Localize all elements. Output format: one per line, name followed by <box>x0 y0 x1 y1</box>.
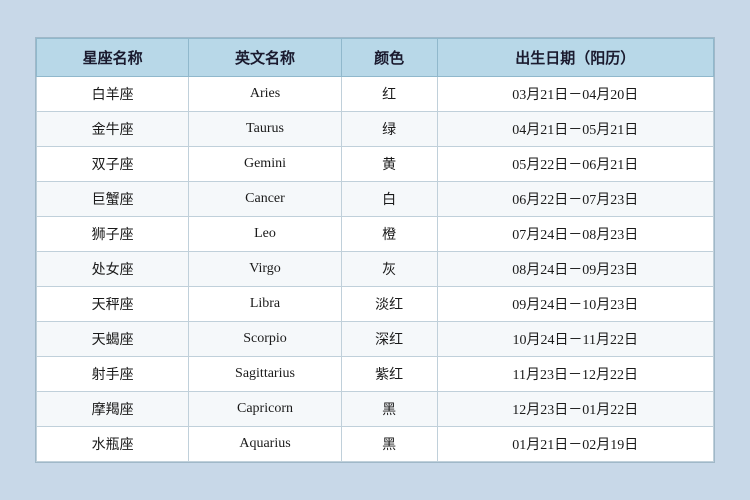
table-row: 天蝎座Scorpio深红10月24日－11月22日 <box>37 322 714 357</box>
cell-color: 橙 <box>341 217 437 252</box>
cell-birthday: 09月24日－10月23日 <box>437 287 713 322</box>
table-row: 金牛座Taurus绿04月21日－05月21日 <box>37 112 714 147</box>
cell-chinese_name: 巨蟹座 <box>37 182 189 217</box>
cell-color: 深红 <box>341 322 437 357</box>
cell-birthday: 04月21日－05月21日 <box>437 112 713 147</box>
table-row: 巨蟹座Cancer白06月22日－07月23日 <box>37 182 714 217</box>
cell-birthday: 08月24日－09月23日 <box>437 252 713 287</box>
cell-chinese_name: 双子座 <box>37 147 189 182</box>
cell-english_name: Aries <box>189 77 341 112</box>
cell-birthday: 10月24日－11月22日 <box>437 322 713 357</box>
cell-chinese_name: 天蝎座 <box>37 322 189 357</box>
cell-color: 红 <box>341 77 437 112</box>
cell-chinese_name: 天秤座 <box>37 287 189 322</box>
table-row: 狮子座Leo橙07月24日－08月23日 <box>37 217 714 252</box>
cell-chinese_name: 狮子座 <box>37 217 189 252</box>
header-chinese-name: 星座名称 <box>37 39 189 77</box>
cell-chinese_name: 金牛座 <box>37 112 189 147</box>
header-color: 颜色 <box>341 39 437 77</box>
cell-color: 紫红 <box>341 357 437 392</box>
table-row: 天秤座Libra淡红09月24日－10月23日 <box>37 287 714 322</box>
table-row: 摩羯座Capricorn黑12月23日－01月22日 <box>37 392 714 427</box>
cell-english_name: Cancer <box>189 182 341 217</box>
cell-english_name: Scorpio <box>189 322 341 357</box>
table-body: 白羊座Aries红03月21日－04月20日金牛座Taurus绿04月21日－0… <box>37 77 714 462</box>
cell-english_name: Aquarius <box>189 427 341 462</box>
zodiac-table: 星座名称 英文名称 颜色 出生日期（阳历） 白羊座Aries红03月21日－04… <box>36 38 714 462</box>
table-header-row: 星座名称 英文名称 颜色 出生日期（阳历） <box>37 39 714 77</box>
cell-chinese_name: 水瓶座 <box>37 427 189 462</box>
cell-birthday: 06月22日－07月23日 <box>437 182 713 217</box>
cell-birthday: 12月23日－01月22日 <box>437 392 713 427</box>
cell-chinese_name: 处女座 <box>37 252 189 287</box>
table-row: 处女座Virgo灰08月24日－09月23日 <box>37 252 714 287</box>
table-row: 射手座Sagittarius紫红11月23日－12月22日 <box>37 357 714 392</box>
cell-color: 黄 <box>341 147 437 182</box>
zodiac-table-container: 星座名称 英文名称 颜色 出生日期（阳历） 白羊座Aries红03月21日－04… <box>35 37 715 463</box>
cell-birthday: 03月21日－04月20日 <box>437 77 713 112</box>
cell-chinese_name: 摩羯座 <box>37 392 189 427</box>
cell-birthday: 01月21日－02月19日 <box>437 427 713 462</box>
cell-color: 黑 <box>341 427 437 462</box>
cell-english_name: Gemini <box>189 147 341 182</box>
header-english-name: 英文名称 <box>189 39 341 77</box>
cell-birthday: 07月24日－08月23日 <box>437 217 713 252</box>
cell-english_name: Taurus <box>189 112 341 147</box>
cell-birthday: 11月23日－12月22日 <box>437 357 713 392</box>
cell-chinese_name: 射手座 <box>37 357 189 392</box>
cell-color: 淡红 <box>341 287 437 322</box>
table-row: 白羊座Aries红03月21日－04月20日 <box>37 77 714 112</box>
cell-color: 白 <box>341 182 437 217</box>
cell-color: 灰 <box>341 252 437 287</box>
header-birthday: 出生日期（阳历） <box>437 39 713 77</box>
cell-english_name: Capricorn <box>189 392 341 427</box>
cell-english_name: Sagittarius <box>189 357 341 392</box>
cell-chinese_name: 白羊座 <box>37 77 189 112</box>
cell-english_name: Leo <box>189 217 341 252</box>
table-row: 水瓶座Aquarius黑01月21日－02月19日 <box>37 427 714 462</box>
cell-english_name: Libra <box>189 287 341 322</box>
cell-birthday: 05月22日－06月21日 <box>437 147 713 182</box>
cell-english_name: Virgo <box>189 252 341 287</box>
table-row: 双子座Gemini黄05月22日－06月21日 <box>37 147 714 182</box>
cell-color: 黑 <box>341 392 437 427</box>
cell-color: 绿 <box>341 112 437 147</box>
